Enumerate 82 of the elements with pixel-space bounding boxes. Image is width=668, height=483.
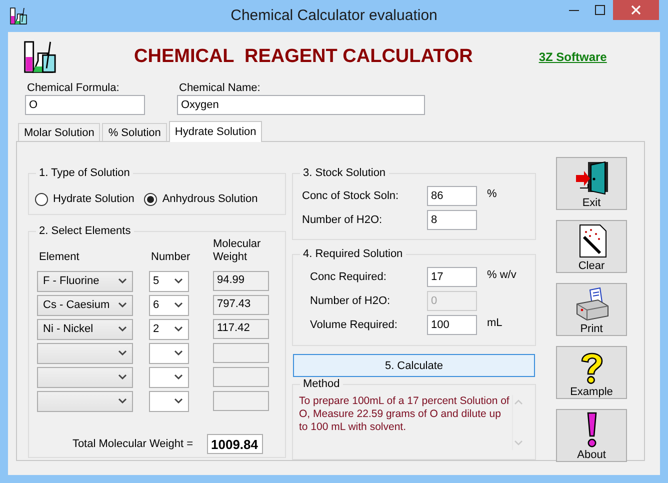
example-button[interactable]: Example bbox=[556, 346, 627, 399]
chevron-down-icon bbox=[118, 398, 127, 404]
chevron-down-icon bbox=[174, 278, 183, 284]
element-dropdown[interactable]: F - Fluorine bbox=[37, 270, 133, 292]
column-header: Element bbox=[38, 251, 80, 264]
maximize-icon bbox=[595, 5, 605, 15]
chevron-down-icon bbox=[118, 302, 127, 308]
column-header: Molecular Weight bbox=[213, 238, 262, 264]
radio-option[interactable]: Anhydrous Solution bbox=[144, 192, 258, 206]
total-weight-field: 1009.84 bbox=[207, 434, 263, 454]
radio-option[interactable]: Hydrate Solution bbox=[35, 192, 134, 206]
number-dropdown[interactable]: 6 bbox=[149, 294, 189, 316]
chevron-down-icon bbox=[174, 374, 183, 380]
column-header: Number bbox=[150, 251, 192, 264]
chevron-down-icon bbox=[174, 326, 183, 332]
app-title: CHEMICAL REAGENT CALCULATOR bbox=[134, 46, 473, 68]
weight-field bbox=[213, 343, 269, 363]
calculate-button[interactable]: 5. Calculate bbox=[293, 354, 535, 377]
field-label: Conc of Stock Soln: bbox=[302, 190, 400, 202]
name-field[interactable]: Oxygen bbox=[177, 95, 425, 115]
window-title: Chemical Calculator evaluation bbox=[230, 7, 438, 24]
printer-icon bbox=[574, 286, 610, 322]
chevron-down-icon bbox=[118, 350, 127, 356]
tab[interactable]: Molar Solution bbox=[18, 123, 100, 141]
number-field[interactable]: 86 bbox=[427, 186, 477, 206]
door-exit-icon bbox=[574, 160, 610, 196]
element-dropdown[interactable]: Ni - Nickel bbox=[37, 318, 133, 340]
number-field[interactable]: 8 bbox=[427, 210, 477, 230]
field-label: Chemical Name: bbox=[179, 82, 262, 95]
scroll-down-icon bbox=[514, 440, 524, 446]
exclamation-mark-icon bbox=[586, 412, 596, 448]
method-text: To prepare 100mL of a 17 percent Solution of O, Measure 22.59 grams of O and dilute up to 100 mL with solvent. bbox=[299, 395, 510, 435]
chevron-down-icon bbox=[118, 374, 127, 380]
number-field[interactable]: 100 bbox=[427, 315, 477, 335]
close-button[interactable] bbox=[613, 0, 659, 20]
field-label: Conc Required: bbox=[309, 271, 388, 283]
about-button[interactable]: About bbox=[556, 409, 627, 462]
exit-button[interactable]: Exit bbox=[556, 157, 627, 210]
app-icon bbox=[9, 7, 27, 25]
unit-label: % bbox=[487, 188, 497, 200]
element-dropdown[interactable] bbox=[37, 342, 133, 364]
chevron-down-icon bbox=[174, 398, 183, 404]
element-dropdown[interactable] bbox=[37, 390, 133, 412]
weight-field bbox=[213, 391, 269, 411]
scroll-up-icon bbox=[514, 399, 524, 405]
number-dropdown[interactable]: 5 bbox=[149, 270, 189, 292]
weight-field: 797.43 bbox=[213, 295, 269, 315]
number-dropdown[interactable] bbox=[149, 366, 189, 388]
total-label: Total Molecular Weight = bbox=[71, 438, 194, 450]
tab[interactable]: % Solution bbox=[102, 123, 167, 141]
formula-field[interactable]: O bbox=[25, 95, 145, 115]
field-label: Chemical Formula: bbox=[27, 82, 120, 95]
group-title: 4. Required Solution bbox=[300, 247, 406, 261]
radio-button[interactable] bbox=[35, 192, 48, 206]
element-dropdown[interactable]: Cs - Caesium bbox=[37, 294, 133, 316]
number-dropdown[interactable] bbox=[149, 390, 189, 412]
number-field: 0 bbox=[427, 291, 477, 311]
number-field[interactable]: 17 bbox=[427, 267, 477, 287]
weight-field: 117.42 bbox=[213, 319, 269, 339]
beakers-logo bbox=[22, 40, 56, 74]
chevron-down-icon bbox=[174, 350, 183, 356]
weight-field bbox=[213, 367, 269, 387]
chevron-down-icon bbox=[118, 326, 127, 332]
print-button[interactable]: Print bbox=[556, 283, 627, 336]
group-title: 1. Type of Solution bbox=[36, 166, 133, 180]
clear-button[interactable]: Clear bbox=[556, 220, 627, 273]
element-dropdown[interactable] bbox=[37, 366, 133, 388]
chevron-down-icon bbox=[174, 302, 183, 308]
unit-label: mL bbox=[487, 317, 502, 329]
field-label: Number of H2O: bbox=[302, 214, 384, 226]
website-link[interactable]: 3Z Software bbox=[538, 50, 607, 64]
number-dropdown[interactable]: 2 bbox=[149, 318, 189, 340]
radio-button[interactable] bbox=[144, 192, 158, 206]
field-label: Number of H2O: bbox=[309, 295, 392, 307]
unit-label: % w/v bbox=[487, 269, 516, 281]
close-icon bbox=[631, 5, 641, 15]
scrollbar[interactable] bbox=[512, 395, 525, 450]
tab[interactable]: Hydrate Solution bbox=[168, 121, 262, 142]
field-label: Volume Required: bbox=[309, 319, 398, 331]
number-dropdown[interactable] bbox=[149, 342, 189, 364]
weight-field: 94.99 bbox=[213, 271, 269, 291]
chevron-down-icon bbox=[118, 278, 127, 284]
